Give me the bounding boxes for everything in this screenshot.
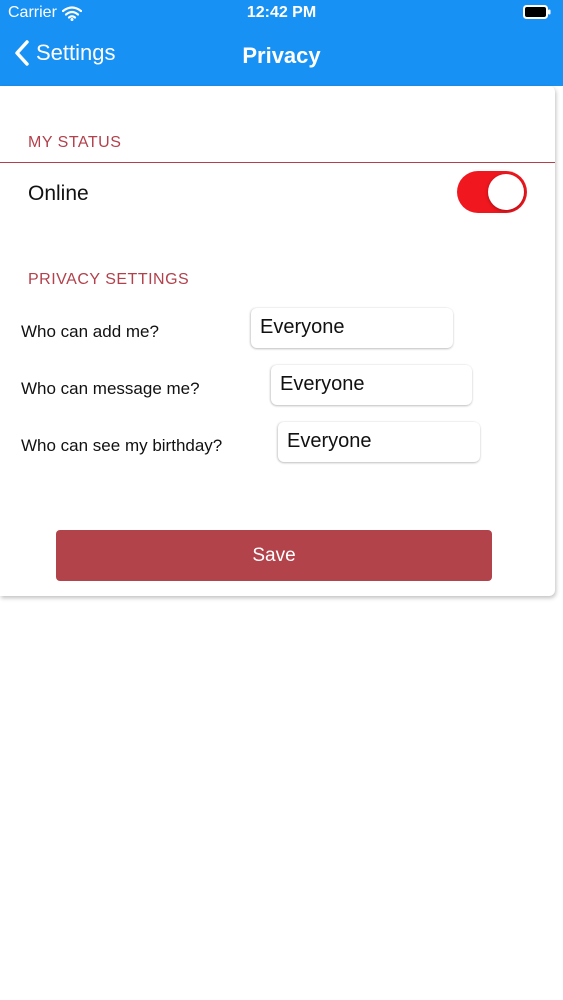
my-status-header: MY STATUS [28, 134, 122, 151]
message-me-picker[interactable]: Everyone [271, 365, 472, 405]
privacy-settings-header: PRIVACY SETTINGS [28, 271, 190, 288]
message-me-label: Who can message me? [21, 379, 200, 398]
save-button[interactable]: Save [56, 530, 492, 581]
add-me-label: Who can add me? [21, 322, 159, 341]
save-button-label: Save [252, 544, 296, 566]
battery-icon [523, 5, 551, 19]
see-birthday-label: Who can see my birthday? [21, 436, 223, 455]
online-toggle[interactable] [457, 171, 527, 213]
toggle-knob [488, 174, 524, 210]
add-me-picker[interactable]: Everyone [251, 308, 453, 348]
top-bar: Carrier 12:42 PM Settings Privacy [0, 0, 563, 86]
status-time: 12:42 PM [246, 4, 317, 21]
privacy-card: MY STATUS Online PRIVACY SETTINGS Who ca… [0, 86, 555, 596]
navigation-bar: Settings Privacy [0, 30, 563, 82]
status-bar: Carrier 12:42 PM [0, 0, 563, 28]
section-divider [0, 162, 555, 163]
online-label: Online [28, 182, 89, 205]
see-birthday-picker[interactable]: Everyone [278, 422, 480, 462]
page-title: Privacy [242, 43, 321, 68]
